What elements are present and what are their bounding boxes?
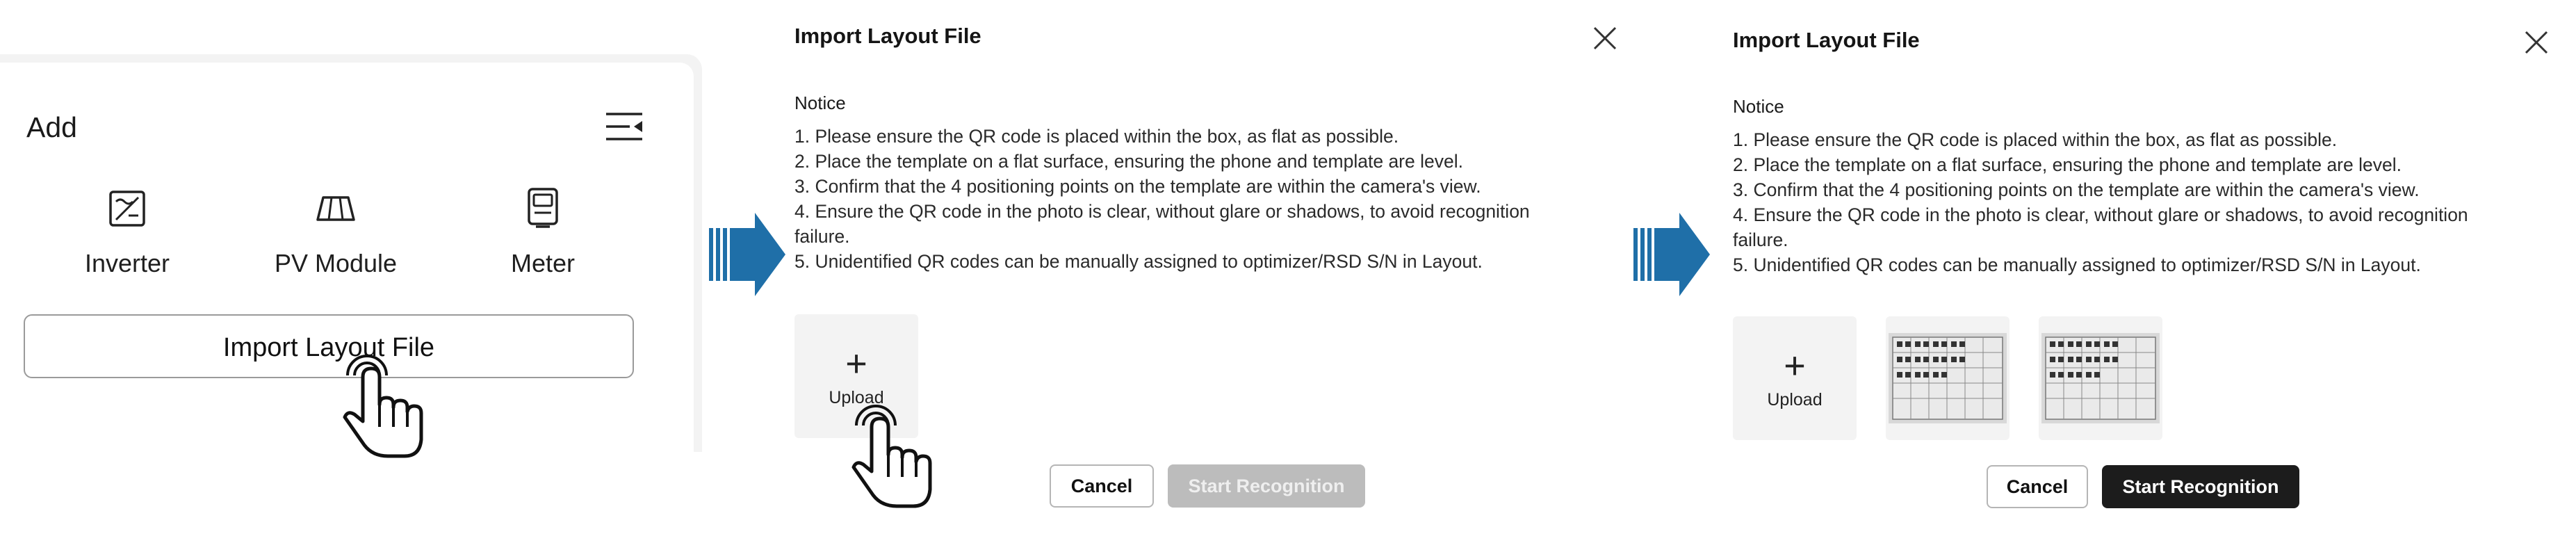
collapse-menu-icon[interactable]: [605, 110, 644, 143]
upload-button[interactable]: + Upload: [1733, 316, 1857, 440]
device-inverter[interactable]: Inverter: [40, 188, 214, 278]
device-meter[interactable]: Meter: [456, 188, 630, 278]
notice-item: 3. Confirm that the 4 positioning points…: [794, 176, 1481, 197]
pv-module-icon: [316, 196, 355, 221]
notice-item: 1. Please ensure the QR code is placed w…: [794, 126, 1399, 147]
layout-template-photo: [1889, 333, 2007, 423]
upload-label: Upload: [1767, 390, 1823, 410]
plus-icon: +: [1784, 345, 1806, 387]
device-pv-module-label: PV Module: [274, 249, 398, 277]
uploaded-image-thumbnail[interactable]: [2039, 316, 2162, 440]
notice-item: 5. Unidentified QR codes can be manually…: [794, 251, 1483, 272]
notice-item: 3. Confirm that the 4 positioning points…: [1733, 179, 2420, 200]
notice-item: 4. Ensure the QR code in the photo is cl…: [794, 201, 1530, 222]
notice-item: 4. Ensure the QR code in the photo is cl…: [1733, 204, 2468, 225]
notice-item: 1. Please ensure the QR code is placed w…: [1733, 129, 2338, 150]
notice-list: 1. Please ensure the QR code is placed w…: [794, 124, 1629, 274]
device-meter-label: Meter: [510, 249, 576, 277]
notice-item: 2. Place the template on a flat surface,…: [794, 151, 1463, 172]
step-arrow-2-icon: [1633, 213, 1710, 296]
add-title: Add: [26, 111, 77, 143]
device-inverter-label: Inverter: [84, 249, 170, 277]
notice-item: 5. Unidentified QR codes can be manually…: [1733, 254, 2421, 275]
start-recognition-button[interactable]: Start Recognition: [1168, 464, 1365, 508]
import-layout-file-button[interactable]: Import Layout File: [24, 314, 634, 378]
tap-hand-icon: [851, 405, 932, 508]
uploaded-image-thumbnail[interactable]: [1886, 316, 2010, 440]
notice-title: Notice: [1733, 96, 1784, 117]
start-recognition-button[interactable]: Start Recognition: [2102, 465, 2299, 508]
notice-item: failure.: [794, 226, 850, 247]
layout-template-photo: [2041, 333, 2160, 423]
meter-icon: [528, 188, 558, 228]
plus-icon: +: [845, 343, 867, 384]
cancel-button[interactable]: Cancel: [1050, 464, 1154, 508]
notice-list: 1. Please ensure the QR code is placed w…: [1733, 127, 2567, 277]
notice-title: Notice: [794, 92, 846, 113]
dialog-title: Import Layout File: [1733, 28, 1920, 52]
notice-item: failure.: [1733, 229, 1788, 250]
step-arrow-1-icon: [709, 213, 785, 296]
tap-hand-icon: [343, 355, 423, 458]
close-icon[interactable]: [2523, 29, 2550, 56]
inverter-icon: [109, 191, 145, 227]
notice-item: 2. Place the template on a flat surface,…: [1733, 154, 2402, 175]
close-icon[interactable]: [1592, 25, 1618, 51]
device-pv-module[interactable]: PV Module: [249, 188, 423, 278]
cancel-button[interactable]: Cancel: [1987, 465, 2088, 508]
dialog-title: Import Layout File: [794, 24, 981, 48]
